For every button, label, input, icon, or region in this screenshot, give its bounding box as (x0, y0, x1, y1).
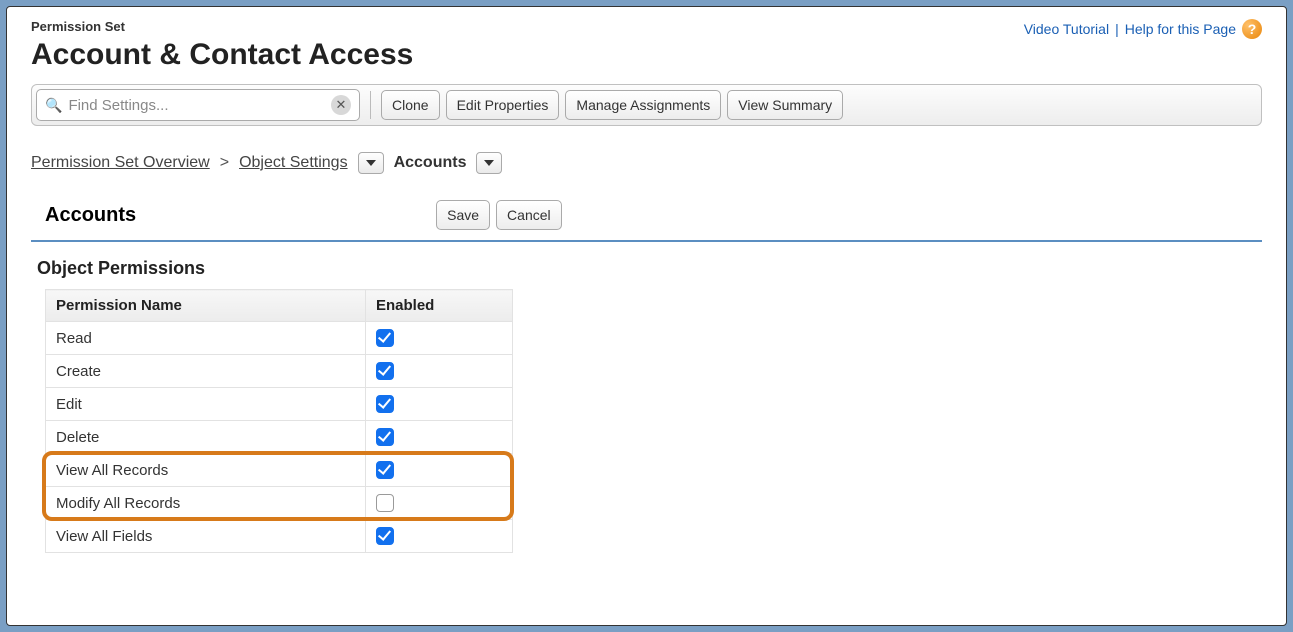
table-row: Delete (46, 421, 513, 454)
manage-assignments-button[interactable]: Manage Assignments (565, 90, 721, 120)
help-page-link[interactable]: Help for this Page (1125, 21, 1236, 37)
permission-name-cell: View All Fields (46, 520, 366, 553)
search-box[interactable]: 🔍 ✕ (36, 89, 360, 121)
breadcrumb-small: Permission Set (31, 19, 413, 34)
permission-checkbox[interactable] (376, 461, 394, 479)
table-wrapper: Permission Name Enabled ReadCreateEditDe… (31, 279, 513, 553)
object-permissions-table: Permission Name Enabled ReadCreateEditDe… (45, 289, 513, 553)
help-icon[interactable]: ? (1242, 19, 1262, 39)
permission-enabled-cell (366, 520, 513, 553)
subheader: Accounts Save Cancel (31, 200, 1262, 230)
video-tutorial-link[interactable]: Video Tutorial (1024, 21, 1109, 37)
table-row: View All Records (46, 454, 513, 487)
form-actions: Save Cancel (436, 200, 562, 230)
breadcrumb-overview-link[interactable]: Permission Set Overview (31, 154, 210, 172)
table-row: Edit (46, 388, 513, 421)
permission-enabled-cell (366, 487, 513, 520)
clone-button[interactable]: Clone (381, 90, 440, 120)
permission-enabled-cell (366, 355, 513, 388)
table-row: Create (46, 355, 513, 388)
permission-name-cell: Create (46, 355, 366, 388)
permission-name-cell: Modify All Records (46, 487, 366, 520)
section-divider (31, 240, 1262, 242)
save-button[interactable]: Save (436, 200, 490, 230)
permission-enabled-cell (366, 388, 513, 421)
permission-name-cell: View All Records (46, 454, 366, 487)
permission-checkbox[interactable] (376, 395, 394, 413)
toolbar-divider (370, 91, 371, 119)
column-permission-name: Permission Name (46, 290, 366, 322)
permission-checkbox[interactable] (376, 494, 394, 512)
cancel-button[interactable]: Cancel (496, 200, 562, 230)
search-input[interactable] (68, 97, 331, 114)
breadcrumb: Permission Set Overview > Object Setting… (31, 152, 1262, 174)
permission-name-cell: Delete (46, 421, 366, 454)
topbar: Permission Set Account & Contact Access … (31, 19, 1262, 72)
permission-name-cell: Edit (46, 388, 366, 421)
object-subtitle: Accounts (45, 204, 136, 227)
breadcrumb-separator: > (220, 154, 229, 172)
edit-properties-button[interactable]: Edit Properties (446, 90, 560, 120)
breadcrumb-current: Accounts (394, 154, 467, 172)
help-separator: | (1115, 21, 1119, 37)
permission-checkbox[interactable] (376, 329, 394, 347)
permission-checkbox[interactable] (376, 527, 394, 545)
column-enabled: Enabled (366, 290, 513, 322)
page-title: Account & Contact Access (31, 38, 413, 72)
clear-search-icon[interactable]: ✕ (331, 95, 351, 115)
table-row: Read (46, 322, 513, 355)
permission-checkbox[interactable] (376, 428, 394, 446)
table-row: Modify All Records (46, 487, 513, 520)
permission-name-cell: Read (46, 322, 366, 355)
object-settings-dropdown[interactable] (358, 152, 384, 174)
section-title: Object Permissions (37, 258, 1262, 279)
table-row: View All Fields (46, 520, 513, 553)
breadcrumb-object-settings-link[interactable]: Object Settings (239, 154, 348, 172)
permission-enabled-cell (366, 322, 513, 355)
permission-enabled-cell (366, 421, 513, 454)
toolbar: 🔍 ✕ Clone Edit Properties Manage Assignm… (31, 84, 1262, 126)
page-frame: Permission Set Account & Contact Access … (6, 6, 1287, 626)
help-links: Video Tutorial | Help for this Page ? (1024, 19, 1262, 39)
permission-checkbox[interactable] (376, 362, 394, 380)
chevron-down-icon (484, 160, 494, 166)
chevron-down-icon (366, 160, 376, 166)
current-dropdown[interactable] (476, 152, 502, 174)
permission-enabled-cell (366, 454, 513, 487)
view-summary-button[interactable]: View Summary (727, 90, 843, 120)
title-block: Permission Set Account & Contact Access (31, 19, 413, 72)
search-icon: 🔍 (45, 97, 62, 114)
